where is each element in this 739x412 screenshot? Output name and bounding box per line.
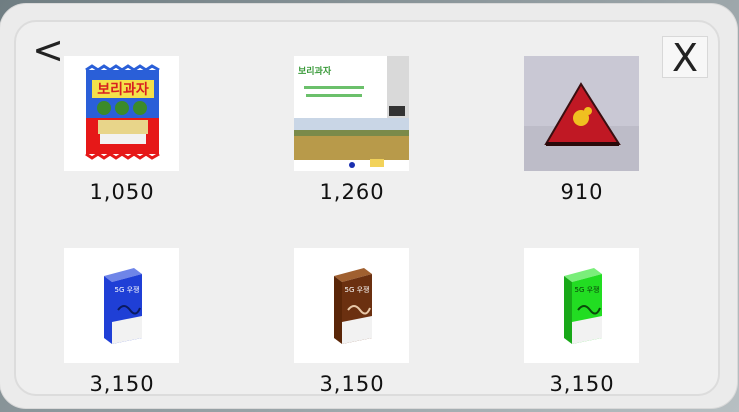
package-label: 보리과자 (298, 65, 332, 77)
close-button[interactable]: X (662, 36, 708, 79)
product-image-triangle-snack (524, 56, 639, 171)
product-item-green-box[interactable]: 5G 우쟁 3,150 (502, 248, 652, 408)
product-price: 3,150 (549, 372, 615, 396)
package-label: 5G 우쟁 (115, 285, 140, 294)
package-label: 5G 우쟁 (575, 285, 600, 294)
product-item-blue-box[interactable]: 5G 우쟁 3,150 (42, 248, 192, 408)
product-price: 3,150 (319, 372, 385, 396)
product-item-barley-box[interactable]: 보리과자 1,260 (272, 56, 422, 216)
product-item-brown-box[interactable]: 5G 우쟁 3,150 (272, 248, 422, 408)
product-image-blue-box: 5G 우쟁 (64, 248, 179, 363)
product-price: 1,050 (89, 180, 155, 204)
product-item-barley-snack[interactable]: 보리과자 1,050 (42, 56, 192, 216)
package-label: 5G 우쟁 (345, 285, 370, 294)
product-image-barley-box: 보리과자 (294, 56, 409, 171)
product-image-barley-snack: 보리과자 (64, 56, 179, 171)
product-image-green-box: 5G 우쟁 (524, 248, 639, 363)
product-price: 3,150 (89, 372, 155, 396)
product-item-triangle-snack[interactable]: 910 (502, 56, 652, 216)
package-label: 보리과자 (97, 82, 149, 98)
product-price: 1,260 (319, 180, 385, 204)
product-image-brown-box: 5G 우쟁 (294, 248, 409, 363)
product-price: 910 (560, 180, 604, 204)
